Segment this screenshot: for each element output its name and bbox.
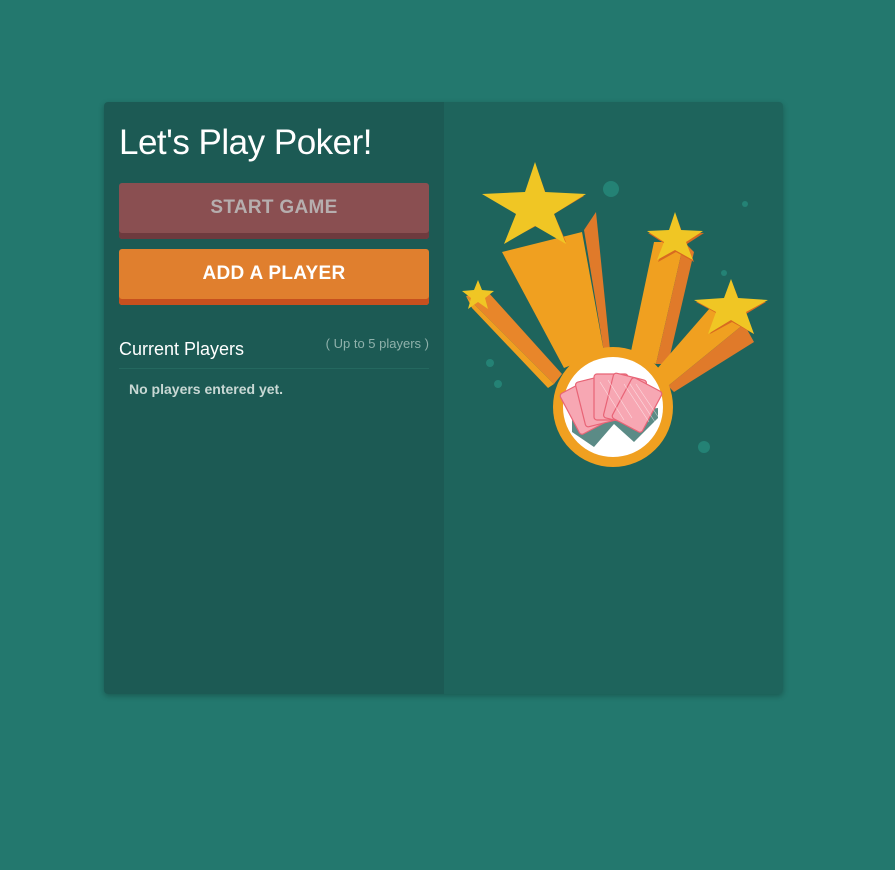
add-player-button[interactable]: ADD A PLAYER <box>119 249 429 305</box>
players-heading: Current Players <box>119 339 245 359</box>
illustration-panel <box>444 102 783 694</box>
control-panel: Let's Play Poker! START GAME ADD A PLAYE… <box>104 102 444 694</box>
page-title: Let's Play Poker! <box>119 123 373 162</box>
stars-burst-playing-cards-icon <box>462 162 768 467</box>
start-game-button[interactable]: START GAME <box>119 183 429 239</box>
players-empty-message: No players entered yet. <box>129 381 284 397</box>
players-header: Current Players ( Up to 5 players ) <box>119 336 429 369</box>
main-card: Let's Play Poker! START GAME ADD A PLAYE… <box>104 102 783 694</box>
players-limit-note: ( Up to 5 players ) <box>325 336 429 351</box>
